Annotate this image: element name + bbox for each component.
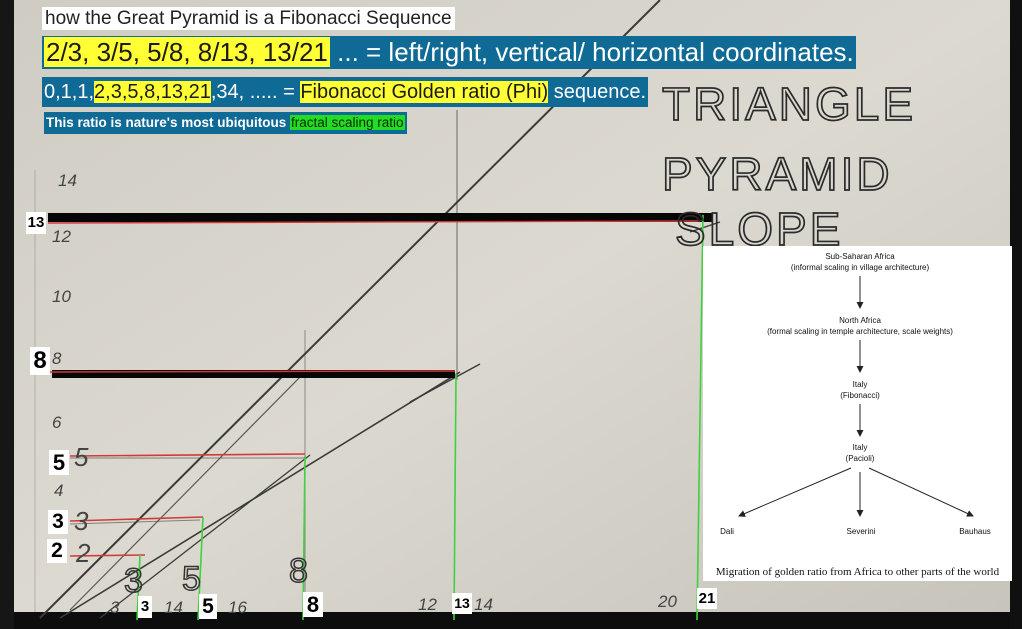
golden-ratio-migration-diagram: Sub-Saharan Africa (informal scaling in v… bbox=[703, 246, 1012, 581]
golden-ratio-highlight: Fibonacci Golden ratio (Phi) bbox=[300, 81, 549, 103]
handwritten-title-line: TRIANGLE bbox=[662, 78, 916, 130]
big-handwritten-digit: 5 bbox=[182, 560, 201, 598]
left-tick-label: 4 bbox=[54, 481, 63, 500]
handwritten-title-line: PYRAMID bbox=[662, 148, 893, 200]
left-marker-2: 2 bbox=[47, 539, 67, 563]
node-north-africa: North Africa (formal scaling in temple ar… bbox=[767, 316, 953, 336]
ratio-list-highlight: 2/3, 3/5, 5/8, 8/13, 13/21 bbox=[44, 37, 330, 67]
bottom-marker-3: 3 bbox=[138, 596, 152, 618]
bottom-marker-13: 13 bbox=[452, 593, 472, 614]
node-sub-saharan-africa: Sub-Saharan Africa (informal scaling in v… bbox=[790, 252, 930, 272]
inset-caption: Migration of golden ratio from Africa to… bbox=[715, 566, 1000, 578]
fractal-text: This ratio is nature's most ubiquitous bbox=[46, 115, 290, 130]
page-title: how the Great Pyramid is a Fibonacci Seq… bbox=[42, 7, 455, 30]
node-italy-fibonacci: Italy (Fibonacci) bbox=[840, 380, 880, 400]
ratio-coordinates-banner: 2/3, 3/5, 5/8, 8/13, 13/21 ... = left/ri… bbox=[42, 36, 856, 69]
left-marker-13: 13 bbox=[26, 212, 46, 234]
big-handwritten-digit: 8 bbox=[289, 552, 308, 590]
bottom-marker-8: 8 bbox=[303, 592, 323, 617]
fractal-ratio-banner: This ratio is nature's most ubiquitous f… bbox=[44, 112, 407, 134]
left-tick-label: 14 bbox=[58, 171, 77, 190]
pyramid-fibonacci-image: TRIANGLE PYRAMID SLOPE 14 12 10 8 6 5 4 … bbox=[0, 0, 1022, 629]
left-marker-3: 3 bbox=[48, 510, 68, 534]
bottom-marker-5: 5 bbox=[199, 594, 217, 619]
sequence-middle: ,34, ..... = bbox=[210, 81, 301, 103]
fibonacci-sequence-banner: 0,1,1,2,3,5,8,13,21,34, ..... = Fibonacc… bbox=[42, 77, 649, 107]
left-tick-label: 12 bbox=[52, 227, 71, 246]
node-bauhaus: Bauhaus bbox=[959, 527, 991, 536]
sequence-suffix: sequence. bbox=[548, 81, 647, 103]
bottom-tick-label: 14 bbox=[474, 595, 493, 614]
node-dali: Dali bbox=[720, 527, 734, 536]
node-severini: Severini bbox=[846, 527, 876, 536]
node-italy-pacioli: Italy (Pacioli) bbox=[845, 443, 875, 463]
left-tick-label: 6 bbox=[52, 413, 62, 432]
sequence-highlight: 2,3,5,8,13,21 bbox=[94, 81, 211, 103]
ratio-explanation: ... = left/right, vertical/ horizontal c… bbox=[337, 37, 854, 67]
left-tick-label: 2 bbox=[75, 538, 91, 568]
left-tick-label: 8 bbox=[52, 349, 62, 368]
bottom-tick-label: 12 bbox=[418, 595, 437, 614]
bottom-tick-label: 20 bbox=[657, 592, 677, 611]
bottom-tick-label: 14 bbox=[164, 598, 183, 617]
left-tick-label: 5 bbox=[74, 442, 89, 472]
fractal-highlight: fractal scaling ratio bbox=[289, 115, 405, 130]
sequence-prefix: 0,1,1, bbox=[44, 81, 95, 103]
left-marker-8: 8 bbox=[30, 347, 50, 375]
left-marker-5: 5 bbox=[49, 450, 69, 475]
bottom-marker-21: 21 bbox=[697, 588, 717, 609]
left-tick-label: 10 bbox=[52, 287, 71, 306]
bottom-tick-label: 16 bbox=[228, 598, 247, 617]
big-handwritten-digit: 3 bbox=[124, 562, 143, 600]
left-tick-label: 3 bbox=[74, 506, 89, 536]
